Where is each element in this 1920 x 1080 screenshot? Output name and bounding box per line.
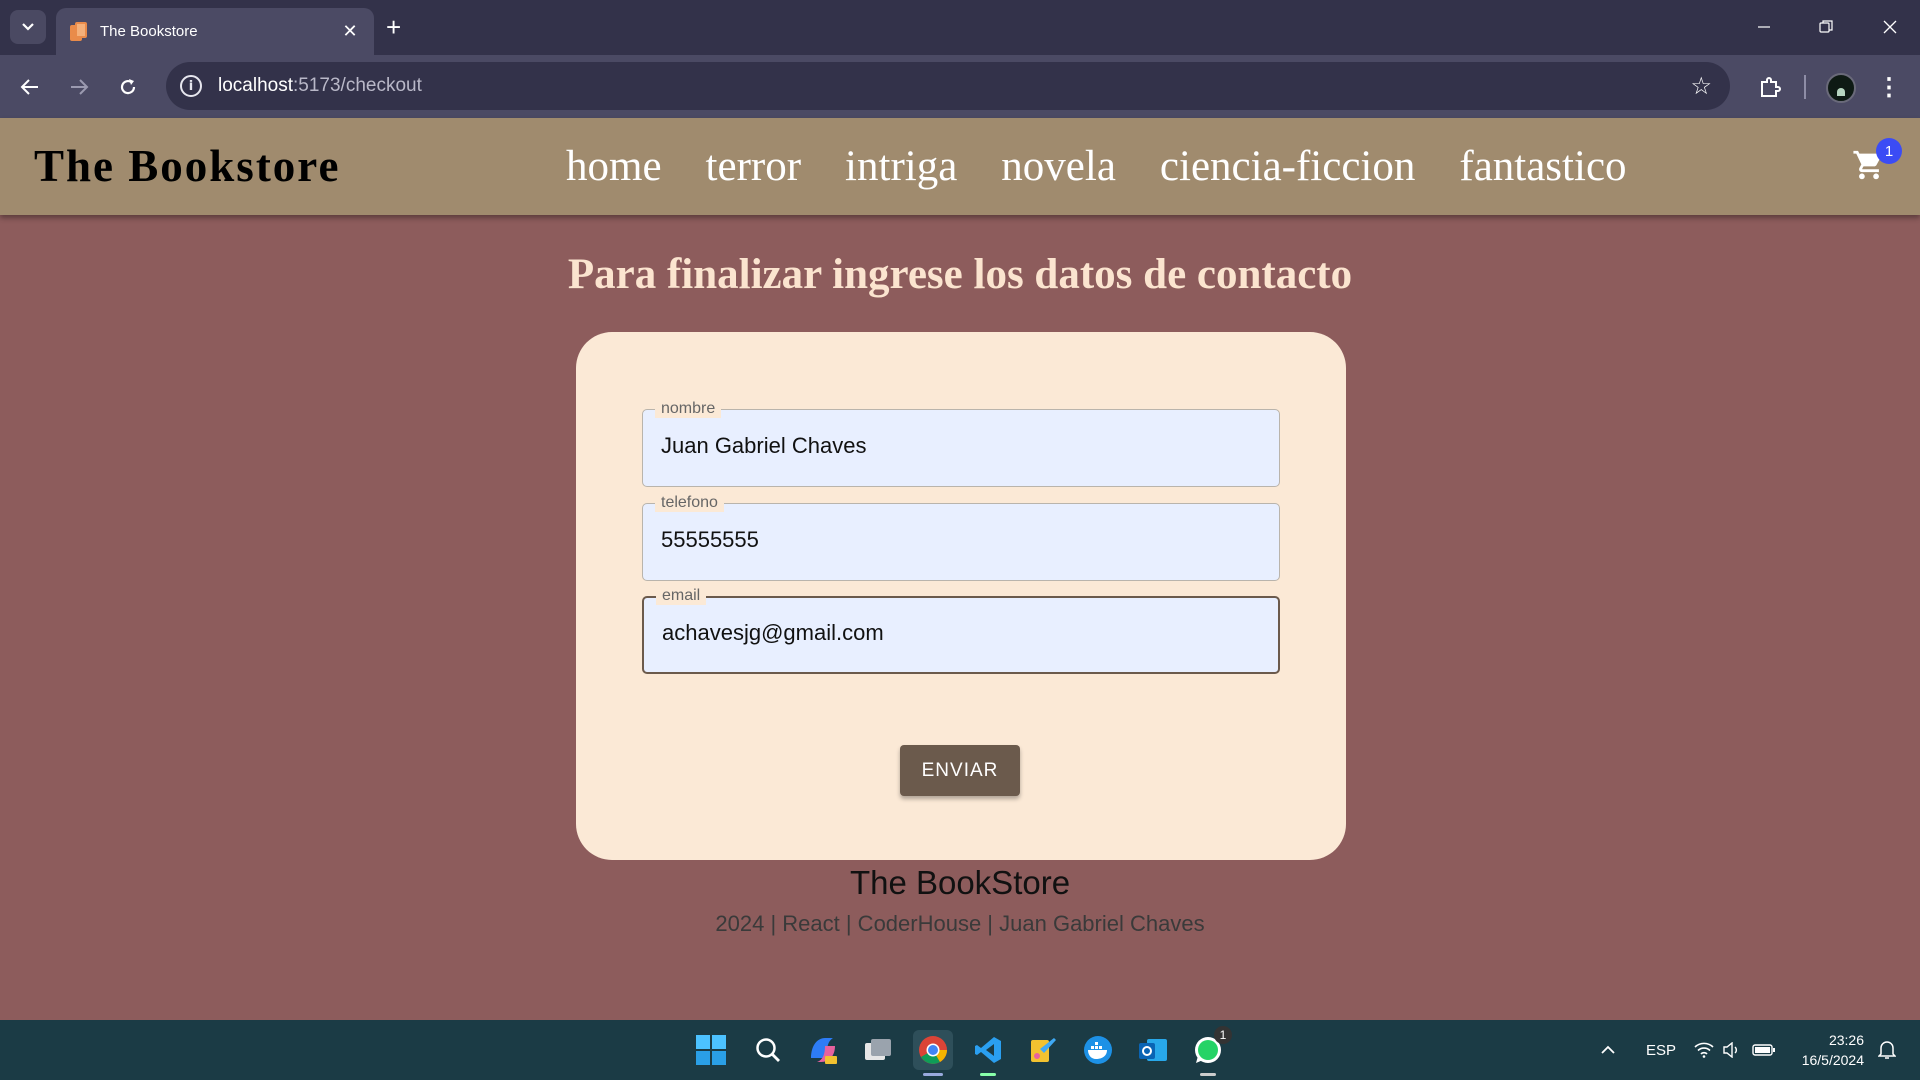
site-info-icon[interactable]: i (180, 75, 202, 97)
name-field-label: nombre (655, 400, 722, 418)
forward-button[interactable] (61, 69, 97, 105)
close-window-button[interactable] (1870, 10, 1910, 44)
name-field[interactable]: nombre Juan Gabriel Chaves (642, 400, 1280, 487)
nav-link-fantastico[interactable]: fantastico (1459, 142, 1626, 191)
active-app-indicator (923, 1073, 943, 1076)
back-button[interactable] (12, 69, 48, 105)
minimize-icon (1758, 26, 1770, 28)
chevron-down-icon (22, 23, 34, 31)
checkout-form-card: nombre Juan Gabriel Chaves telefono 5555… (576, 332, 1346, 860)
more-menu-icon[interactable]: ⋮ (1874, 69, 1904, 105)
footer-subtitle: 2024 | React | CoderHouse | Juan Gabriel… (715, 911, 1205, 936)
notification-bell-icon[interactable] (1877, 1040, 1897, 1065)
phone-field[interactable]: telefono 55555555 (642, 494, 1280, 581)
system-clock[interactable]: 23:26 16/5/2024 (1784, 1030, 1864, 1070)
search-icon[interactable] (748, 1030, 788, 1070)
windows-taskbar: 1 ESP 23:26 16/5/2024 (0, 1020, 1920, 1080)
browser-tabbar: The Bookstore ✕ + (0, 0, 1920, 55)
phone-field-label: telefono (655, 494, 724, 512)
wifi-icon[interactable] (1694, 1020, 1714, 1080)
url-text: localhost:5173/checkout (218, 75, 422, 97)
arrow-right-icon (71, 79, 89, 95)
windows-start-icon[interactable] (691, 1030, 731, 1070)
submit-button[interactable]: ENVIAR (900, 745, 1020, 796)
extensions-icon[interactable] (1752, 69, 1788, 105)
copilot-icon[interactable] (803, 1030, 843, 1070)
nav-link-intriga[interactable]: intriga (845, 142, 957, 191)
name-field-value: Juan Gabriel Chaves (661, 433, 867, 458)
bookmark-star-icon[interactable]: ☆ (1690, 72, 1712, 101)
email-field-label: email (656, 587, 707, 605)
email-field-value: achavesjg@gmail.com (662, 620, 884, 645)
nav-link-ciencia-ficcion[interactable]: ciencia-ficcion (1160, 142, 1415, 191)
category-nav: home terror intriga novela ciencia-ficci… (566, 142, 1627, 191)
volume-icon[interactable] (1722, 1020, 1742, 1080)
nav-link-home[interactable]: home (566, 142, 662, 191)
app-navbar: The Bookstore home terror intriga novela… (0, 118, 1920, 215)
tab-search-button[interactable] (10, 10, 46, 44)
outlook-icon[interactable] (1133, 1030, 1173, 1070)
favicon-icon (70, 21, 88, 42)
minimize-button[interactable] (1744, 10, 1784, 44)
browser-toolbar: i localhost:5173/checkout ☆ ⋮ (0, 55, 1920, 118)
close-tab-icon[interactable]: ✕ (340, 21, 360, 42)
close-icon (1883, 20, 1897, 34)
page-title: Para finalizar ingrese los datos de cont… (567, 251, 1353, 298)
clock-date: 16/5/2024 (1801, 1052, 1864, 1068)
arrow-left-icon (20, 79, 38, 95)
footer-title: The BookStore (849, 864, 1071, 901)
email-field[interactable]: email achavesjg@gmail.com (642, 587, 1280, 674)
running-app-indicator (980, 1073, 996, 1076)
address-bar[interactable]: i localhost:5173/checkout ☆ (166, 62, 1730, 110)
tray-overflow-icon[interactable] (1600, 1020, 1616, 1080)
phone-field-value: 55555555 (661, 527, 759, 552)
whatsapp-notification-badge: 1 (1214, 1026, 1232, 1044)
restore-button[interactable] (1806, 10, 1846, 44)
toolbar-divider (1804, 75, 1806, 99)
battery-icon[interactable] (1752, 1020, 1776, 1080)
paint-icon[interactable] (1023, 1030, 1063, 1070)
url-host: localhost (218, 75, 293, 96)
brand-logo[interactable]: The Bookstore (34, 140, 340, 192)
reload-icon (120, 79, 136, 95)
nav-link-novela[interactable]: novela (1001, 142, 1116, 191)
nav-link-terror[interactable]: terror (706, 142, 802, 191)
url-path: :5173/checkout (293, 75, 422, 96)
clock-time: 23:26 (1828, 1032, 1864, 1048)
cart-count-badge: 1 (1876, 138, 1902, 164)
puzzle-icon (1761, 77, 1781, 97)
running-app-indicator (1200, 1073, 1216, 1076)
vscode-icon[interactable] (968, 1030, 1008, 1076)
task-view-icon[interactable] (858, 1030, 898, 1070)
whatsapp-icon[interactable]: 1 (1188, 1026, 1232, 1076)
docker-icon[interactable] (1078, 1030, 1118, 1070)
language-indicator[interactable]: ESP (1646, 1020, 1676, 1080)
profile-avatar[interactable] (1826, 73, 1856, 103)
browser-tab[interactable]: The Bookstore ✕ (56, 8, 374, 55)
restore-icon (1819, 20, 1833, 33)
reload-button[interactable] (110, 69, 146, 105)
chrome-icon[interactable] (913, 1030, 953, 1076)
tab-title: The Bookstore (100, 23, 198, 40)
new-tab-button[interactable]: + (386, 12, 401, 42)
